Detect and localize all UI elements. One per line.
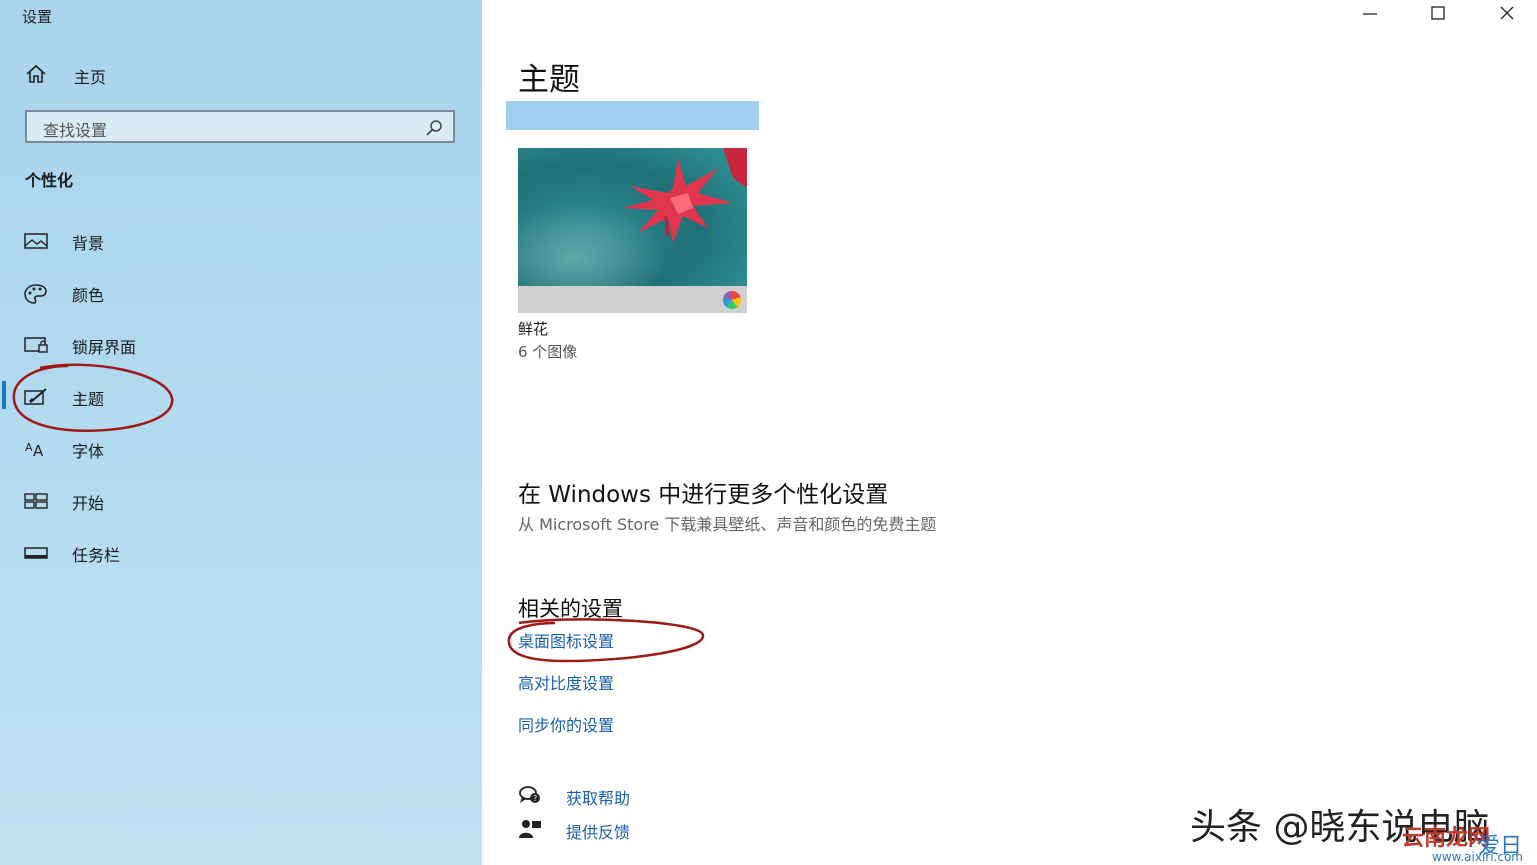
sidebar-item-taskbar[interactable]: 任务栏 (0, 535, 482, 569)
related-settings-heading: 相关的设置 (518, 597, 623, 621)
svg-text:A: A (33, 442, 44, 459)
sidebar-item-colors[interactable]: 颜色 (0, 275, 482, 309)
desktop-icon-settings-link[interactable]: 桌面图标设置 (518, 628, 614, 652)
accent-color-strip (506, 101, 759, 130)
lock-screen-icon (24, 335, 50, 355)
picture-icon (24, 231, 50, 251)
site-watermark: 云南龙网 (1402, 826, 1491, 851)
color-wheel-icon (722, 290, 742, 313)
give-feedback-label: 提供反馈 (566, 823, 631, 842)
maximize-button[interactable] (1415, 0, 1461, 30)
sidebar-item-themes[interactable]: 主题 (0, 379, 482, 413)
site-url-watermark: www.aixiri.com (1432, 850, 1523, 864)
font-icon: AA (24, 439, 50, 460)
sidebar-item-lock-screen[interactable]: 锁屏界面 (0, 327, 482, 361)
give-feedback-link[interactable]: 提供反馈 (518, 818, 630, 844)
svg-text:A: A (25, 441, 33, 454)
feedback-person-icon (518, 818, 542, 844)
section-title: 个性化 (25, 171, 74, 190)
high-contrast-settings-link[interactable]: 高对比度设置 (518, 670, 614, 694)
minimize-icon (1362, 5, 1378, 25)
sidebar-item-start[interactable]: 开始 (0, 483, 482, 517)
taskbar-icon (24, 543, 50, 563)
more-personalization-heading: 在 Windows 中进行更多个性化设置 (518, 482, 889, 508)
maximize-icon (1430, 5, 1446, 25)
theme-card-footer (518, 286, 747, 313)
start-tiles-icon (24, 491, 50, 511)
theme-name: 鲜花 (518, 320, 549, 338)
minimize-button[interactable] (1347, 0, 1393, 30)
close-button[interactable] (1484, 0, 1530, 30)
chat-help-icon: ? (518, 784, 542, 810)
sidebar-item-label: 字体 (72, 442, 105, 461)
sidebar-item-home[interactable]: 主页 (24, 64, 106, 88)
sidebar-item-label: 开始 (72, 494, 105, 513)
page-title: 主题 (518, 62, 580, 98)
sidebar-item-fonts[interactable]: AA 字体 (0, 431, 482, 465)
search-input[interactable]: 查找设置 (25, 110, 455, 143)
sidebar: 设置 主页 查找设置 个性化 背景 颜色 锁屏界面 主题 A A 字体 开始 任… (0, 0, 482, 865)
theme-image-count: 6 个图像 (518, 343, 578, 361)
sidebar-item-label: 背景 (72, 234, 105, 253)
get-help-label: 获取帮助 (566, 789, 631, 808)
sidebar-item-label: 锁屏界面 (72, 338, 137, 357)
theme-preview-image (518, 148, 747, 286)
more-personalization-subtitle[interactable]: 从 Microsoft Store 下载兼具壁纸、声音和颜色的免费主题 (518, 511, 936, 535)
home-icon (24, 63, 48, 89)
close-icon (1499, 5, 1515, 25)
sidebar-item-background[interactable]: 背景 (0, 223, 482, 257)
theme-brush-icon (24, 387, 50, 407)
sidebar-item-label: 颜色 (72, 286, 105, 305)
palette-icon (24, 283, 50, 304)
svg-text:?: ? (533, 794, 537, 803)
sync-settings-link[interactable]: 同步你的设置 (518, 712, 614, 736)
sidebar-item-label: 主题 (72, 390, 105, 409)
theme-card[interactable] (518, 148, 747, 313)
search-icon[interactable] (425, 119, 443, 141)
get-help-link[interactable]: ? 获取帮助 (518, 784, 630, 810)
search-placeholder: 查找设置 (43, 121, 108, 140)
sidebar-item-label: 任务栏 (72, 546, 121, 565)
home-label: 主页 (74, 68, 107, 87)
app-title: 设置 (22, 8, 53, 26)
